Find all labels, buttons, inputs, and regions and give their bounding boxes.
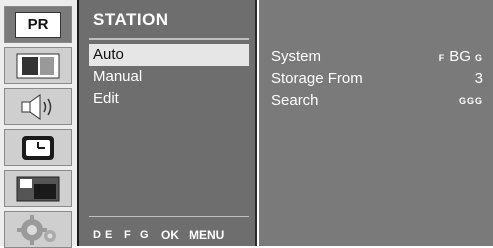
hint-e-icon: E bbox=[105, 229, 113, 241]
system-label: System bbox=[271, 48, 322, 65]
sidebar-item-pip[interactable] bbox=[4, 170, 72, 207]
sidebar-item-station[interactable]: PR bbox=[4, 6, 72, 43]
pr-station-icon: PR bbox=[15, 11, 61, 38]
sidebar-item-setup[interactable] bbox=[4, 211, 72, 248]
hint-g-icon: G bbox=[140, 229, 149, 241]
title-divider bbox=[89, 38, 249, 40]
menu-title: STATION bbox=[93, 10, 169, 29]
system-row[interactable]: System F BG G bbox=[271, 46, 483, 68]
picture-icon bbox=[16, 53, 60, 78]
pip-icon bbox=[16, 176, 60, 201]
hint-menu: MENU bbox=[189, 228, 225, 242]
search-progress-icon: GGG bbox=[458, 96, 483, 106]
storage-from-value: 3 bbox=[474, 70, 483, 87]
search-label: Search bbox=[271, 92, 319, 109]
sidebar-item-sound[interactable] bbox=[4, 88, 72, 125]
pr-label: PR bbox=[27, 16, 49, 33]
sidebar-item-picture[interactable] bbox=[4, 47, 72, 84]
hint-f-icon: F bbox=[124, 229, 131, 241]
sound-icon bbox=[21, 93, 52, 120]
hint-d-icon: D bbox=[93, 229, 101, 241]
setup-gear-icon bbox=[17, 214, 56, 245]
detail-panel: System F BG G Storage From 3 Search GGG bbox=[259, 0, 493, 246]
storage-from-label: Storage From bbox=[271, 70, 363, 87]
system-prev-icon: F bbox=[438, 53, 446, 63]
system-next-icon: G bbox=[474, 53, 483, 63]
sidebar: PR bbox=[0, 0, 79, 248]
storage-from-row[interactable]: Storage From 3 bbox=[271, 68, 483, 90]
system-value: F BG G bbox=[439, 46, 483, 69]
hint-divider bbox=[89, 216, 249, 217]
sidebar-item-time[interactable] bbox=[4, 129, 72, 166]
station-menu: STATION Auto Manual Edit D E F G OK MENU bbox=[79, 0, 257, 246]
menu-item-manual[interactable]: Manual bbox=[89, 66, 249, 88]
menu-item-auto[interactable]: Auto bbox=[89, 44, 249, 66]
search-row[interactable]: Search GGG bbox=[271, 90, 483, 112]
menu-item-edit[interactable]: Edit bbox=[89, 88, 249, 110]
time-icon bbox=[22, 135, 54, 160]
system-setting: BG bbox=[449, 48, 471, 65]
hint-ok: OK bbox=[161, 228, 179, 242]
